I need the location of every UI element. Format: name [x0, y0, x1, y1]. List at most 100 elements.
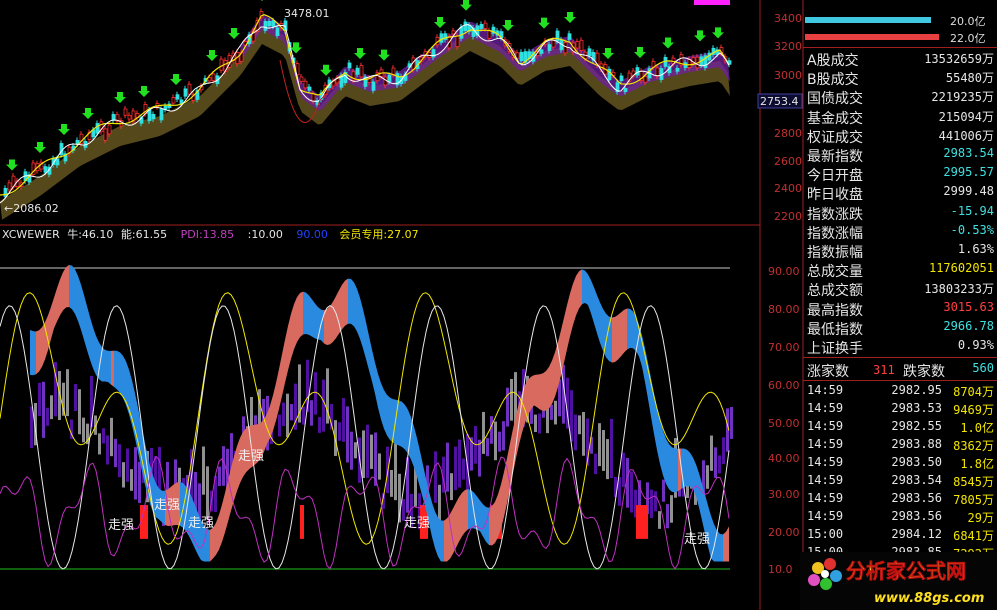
- indicator-bar: [602, 430, 605, 471]
- buy-arrow-icon: [434, 17, 446, 28]
- ribbon-segment: [543, 370, 546, 411]
- ribbon-segment: [90, 317, 93, 369]
- indicator-bar: [390, 470, 393, 497]
- tick-row[interactable]: 14:59 2983.54 8545万: [805, 471, 997, 489]
- candle: [183, 88, 188, 97]
- tick-time: 14:59: [807, 509, 844, 523]
- tick-volume: 9469万: [953, 403, 994, 417]
- ribbon-segment: [366, 322, 369, 371]
- tick-price: 2983.56: [891, 491, 942, 505]
- indicator-bar: [82, 417, 85, 443]
- ribbon-segment: [573, 275, 576, 326]
- ribbon-segment: [36, 330, 39, 375]
- indicator-bar: [202, 446, 205, 495]
- indicator-bar: [534, 414, 537, 432]
- stat-row: 最高指数 3015.63: [805, 299, 997, 319]
- tick-price: 2983.50: [891, 455, 942, 469]
- indicator-bar: [98, 433, 101, 455]
- indicator-bar: [314, 372, 317, 415]
- ribbon-segment: [324, 309, 327, 345]
- ribbon-segment: [669, 444, 672, 492]
- indicator-bar: [498, 431, 501, 452]
- tick-time: 14:59: [807, 437, 844, 451]
- ribbon-segment: [378, 373, 381, 420]
- ribbon-segment: [546, 366, 549, 411]
- ribbon-segment: [78, 275, 81, 330]
- indicator-neng: 能:61.55: [120, 228, 168, 241]
- ind-tick: 30.00: [768, 488, 800, 501]
- candle: [311, 93, 316, 102]
- indicator-bar: [286, 393, 289, 438]
- ribbon-segment: [390, 397, 393, 443]
- tick-row[interactable]: 14:59 2982.95 8704万: [805, 381, 997, 399]
- ribbon-segment: [360, 297, 363, 349]
- tick-row[interactable]: 14:59 2983.50 1.8亿: [805, 453, 997, 471]
- indicator-bar: [394, 443, 397, 501]
- tick-row[interactable]: 14:59 2983.88 8362万: [805, 435, 997, 453]
- ribbon-segment: [57, 279, 60, 322]
- stat-row: 今日开盘 2995.57: [805, 164, 997, 184]
- tick-row[interactable]: 14:59 2982.55 1.0亿: [805, 417, 997, 435]
- tick-volume: 8704万: [953, 385, 994, 399]
- stat-row: 国债成交 2219235万: [805, 87, 997, 107]
- stat-row: 指数涨跌 -15.94: [805, 203, 997, 223]
- ribbon-segment: [66, 264, 69, 308]
- candle: [391, 67, 396, 75]
- buy-arrow-icon: [138, 86, 150, 97]
- buy-arrow-icon: [602, 48, 614, 59]
- indicator-bar: [114, 438, 117, 468]
- stat-label: 最高指数: [807, 302, 863, 319]
- stat-row: 总成交量 117602051: [805, 260, 997, 280]
- indicator-bar: [302, 406, 305, 425]
- candle: [211, 73, 216, 81]
- ribbon-segment: [111, 350, 114, 387]
- indicator-bar: [46, 407, 49, 426]
- tick-volume: 6841万: [953, 529, 994, 543]
- ribbon-segment: [597, 295, 600, 343]
- tick-volume: 7805万: [953, 493, 994, 507]
- ribbon-segment: [369, 335, 372, 382]
- buy-arrow-icon: [538, 17, 550, 29]
- indicator-bar: [550, 404, 553, 420]
- tick-time: 14:59: [807, 491, 844, 505]
- ribbon-segment: [330, 301, 333, 345]
- ribbon-segment: [114, 350, 117, 390]
- ribbon-segment: [402, 401, 405, 450]
- indicator-header: XCWEWER 牛:46.10 能:61.55 PDI:13.85 :10.00…: [2, 226, 429, 242]
- stat-value: 3015.63: [943, 299, 994, 314]
- ribbon-segment: [294, 297, 297, 350]
- ribbon-segment: [720, 533, 723, 562]
- indicator-bar: [434, 451, 437, 503]
- tick-row[interactable]: 15:00 2984.12 6841万: [805, 525, 997, 543]
- indicator-bar: [710, 435, 713, 471]
- indicator-bar: [718, 455, 721, 474]
- tick-row[interactable]: 14:59 2983.56 29万: [805, 507, 997, 525]
- candle: [483, 22, 488, 29]
- candle: [111, 113, 116, 121]
- amount-bar-2-label: 22.0亿: [950, 32, 986, 45]
- ribbon-segment: [345, 278, 348, 326]
- ind-tick: 80.00: [768, 303, 800, 316]
- indicator-bar: [278, 414, 281, 437]
- ribbon-segment: [462, 489, 465, 537]
- panel-divider: [803, 47, 997, 48]
- candle: [587, 48, 592, 57]
- tick-volume: 8545万: [953, 475, 994, 489]
- price-tick: 2400: [774, 182, 802, 195]
- candle: [547, 44, 552, 51]
- indicator-bar: [450, 473, 453, 501]
- site-logo: 分析家公式网 www.88gs.com: [800, 552, 997, 610]
- tick-row[interactable]: 14:59 2983.56 7805万: [805, 489, 997, 507]
- logo-text: 分析家公式网: [846, 559, 966, 583]
- buy-arrow-icon: [460, 0, 472, 11]
- ribbon-segment: [357, 288, 360, 339]
- ribbon-segment: [93, 327, 96, 375]
- stat-value: 2995.57: [943, 165, 994, 180]
- buy-arrow-icon: [228, 28, 240, 39]
- tick-row[interactable]: 14:59 2983.53 9469万: [805, 399, 997, 417]
- stat-value: -15.94: [950, 203, 994, 218]
- ribbon-segment: [417, 438, 420, 488]
- ribbon-segment: [624, 308, 627, 353]
- indicator-bar: [654, 491, 657, 512]
- tick-price: 2983.88: [891, 437, 942, 451]
